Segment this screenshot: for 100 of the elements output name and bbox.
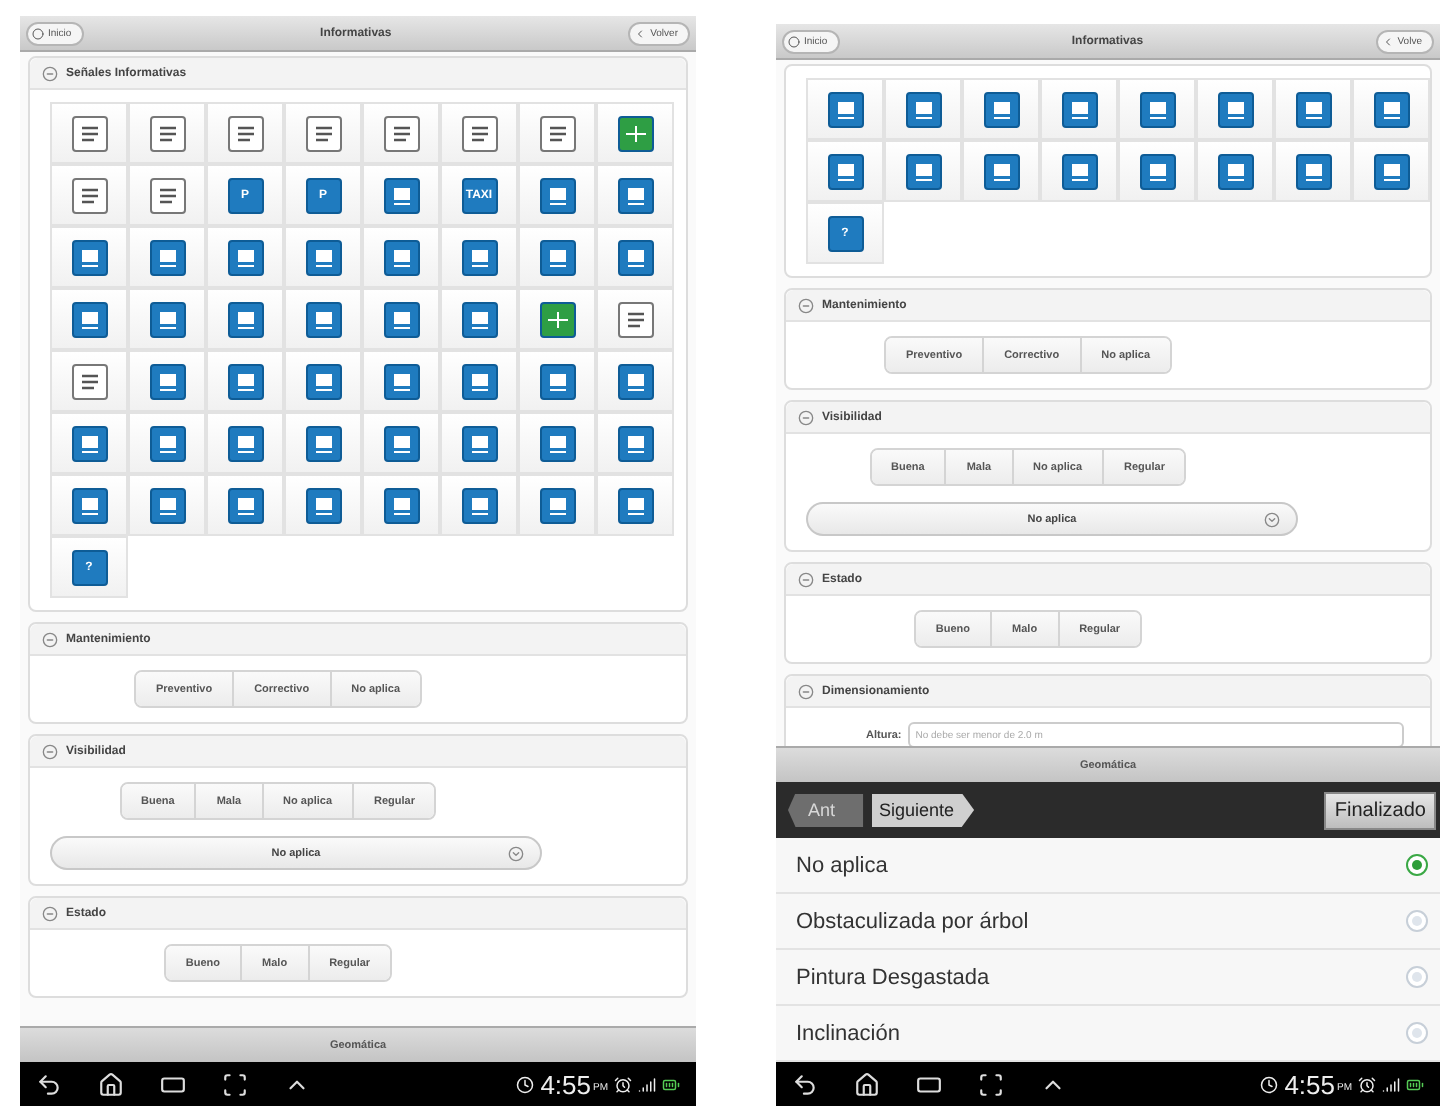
- home-icon[interactable]: [854, 1071, 880, 1097]
- sign-option[interactable]: [362, 474, 440, 536]
- sign-option[interactable]: [962, 140, 1040, 202]
- sign-option[interactable]: [1196, 78, 1274, 140]
- sign-option[interactable]: [128, 474, 206, 536]
- sign-option[interactable]: [884, 78, 962, 140]
- sign-option[interactable]: [1040, 140, 1118, 202]
- signal-icon: [1382, 1075, 1400, 1093]
- sign-option[interactable]: [1196, 140, 1274, 202]
- sign-option[interactable]: [440, 226, 518, 288]
- sign-option[interactable]: [206, 288, 284, 350]
- collapse-icon: [798, 683, 814, 699]
- radio-button[interactable]: [1406, 854, 1428, 876]
- recent-apps-icon[interactable]: [160, 1071, 186, 1097]
- sign-option[interactable]: [440, 102, 518, 164]
- sign-option[interactable]: [1352, 78, 1430, 140]
- sign-option[interactable]: [50, 474, 128, 536]
- back-nav-icon[interactable]: [792, 1071, 818, 1097]
- road-sign-icon: [617, 487, 653, 523]
- sign-option[interactable]: [518, 412, 596, 474]
- sign-option[interactable]: [128, 226, 206, 288]
- sign-option[interactable]: [518, 226, 596, 288]
- sign-option[interactable]: [284, 474, 362, 536]
- sign-option[interactable]: [362, 412, 440, 474]
- sign-option[interactable]: [206, 474, 284, 536]
- radio-button[interactable]: [1406, 910, 1428, 932]
- sign-option[interactable]: [50, 164, 128, 226]
- sign-option[interactable]: [362, 288, 440, 350]
- sign-option[interactable]: [596, 288, 674, 350]
- road-sign-icon: [1373, 91, 1409, 127]
- sign-option[interactable]: [50, 412, 128, 474]
- sign-option[interactable]: [284, 226, 362, 288]
- sign-option[interactable]: [284, 288, 362, 350]
- sign-option[interactable]: [284, 412, 362, 474]
- road-sign-icon: [149, 115, 185, 151]
- sign-option[interactable]: [596, 102, 674, 164]
- road-sign-icon: [461, 301, 497, 337]
- sign-option[interactable]: [206, 350, 284, 412]
- sign-option[interactable]: [128, 102, 206, 164]
- screenshot-icon[interactable]: [222, 1071, 248, 1097]
- home-icon[interactable]: [98, 1071, 124, 1097]
- road-sign-icon: [1217, 91, 1253, 127]
- sign-option[interactable]: [206, 412, 284, 474]
- sign-option[interactable]: [596, 350, 674, 412]
- sign-option[interactable]: [962, 78, 1040, 140]
- sign-option[interactable]: [518, 288, 596, 350]
- road-sign-icon: [71, 487, 107, 523]
- sign-option[interactable]: [50, 226, 128, 288]
- sign-option[interactable]: [128, 164, 206, 226]
- sign-option[interactable]: [50, 102, 128, 164]
- radio-button[interactable]: [1406, 1022, 1428, 1044]
- sign-option[interactable]: [362, 226, 440, 288]
- collapse-icon: [798, 409, 814, 425]
- sign-option[interactable]: [50, 350, 128, 412]
- sign-option[interactable]: [1352, 140, 1430, 202]
- sign-option[interactable]: [1118, 140, 1196, 202]
- sign-option[interactable]: [518, 164, 596, 226]
- next-button[interactable]: Siguiente: [871, 793, 975, 827]
- sign-option[interactable]: [206, 102, 284, 164]
- sign-option[interactable]: [596, 412, 674, 474]
- sign-option[interactable]: [284, 350, 362, 412]
- sign-option[interactable]: [518, 474, 596, 536]
- sign-option[interactable]: [1040, 78, 1118, 140]
- sign-option[interactable]: [1118, 78, 1196, 140]
- sign-option[interactable]: [440, 474, 518, 536]
- sign-option[interactable]: [284, 102, 362, 164]
- screenshot-icon[interactable]: [978, 1071, 1004, 1097]
- recent-apps-icon[interactable]: [916, 1071, 942, 1097]
- road-sign-icon: [983, 91, 1019, 127]
- done-button[interactable]: Finalizado: [1324, 791, 1436, 829]
- sign-option[interactable]: [806, 78, 884, 140]
- sign-option[interactable]: [1274, 78, 1352, 140]
- sign-option[interactable]: [440, 412, 518, 474]
- sign-option[interactable]: [440, 350, 518, 412]
- sign-option[interactable]: [596, 164, 674, 226]
- collapse-icon: [798, 571, 814, 587]
- sign-option[interactable]: [806, 140, 884, 202]
- sign-option[interactable]: [362, 164, 440, 226]
- sign-option[interactable]: [362, 350, 440, 412]
- sign-option[interactable]: [884, 140, 962, 202]
- sign-option[interactable]: [596, 474, 674, 536]
- road-sign-icon: [539, 239, 575, 275]
- road-sign-icon: [1061, 153, 1097, 189]
- sign-option[interactable]: [518, 102, 596, 164]
- sign-option[interactable]: [128, 288, 206, 350]
- sign-option[interactable]: [596, 226, 674, 288]
- sign-option[interactable]: [440, 288, 518, 350]
- sign-option[interactable]: [128, 412, 206, 474]
- back-nav-icon[interactable]: [36, 1071, 62, 1097]
- sign-option[interactable]: [128, 350, 206, 412]
- road-sign-icon: [71, 177, 107, 213]
- road-sign-icon: [227, 487, 263, 523]
- radio-button[interactable]: [1406, 966, 1428, 988]
- sign-option[interactable]: [518, 350, 596, 412]
- road-sign-icon: [617, 177, 653, 213]
- sign-option[interactable]: [362, 102, 440, 164]
- sign-option[interactable]: [1274, 140, 1352, 202]
- dropdown-icon: [1264, 512, 1280, 528]
- sign-option[interactable]: [50, 288, 128, 350]
- sign-option[interactable]: [206, 226, 284, 288]
